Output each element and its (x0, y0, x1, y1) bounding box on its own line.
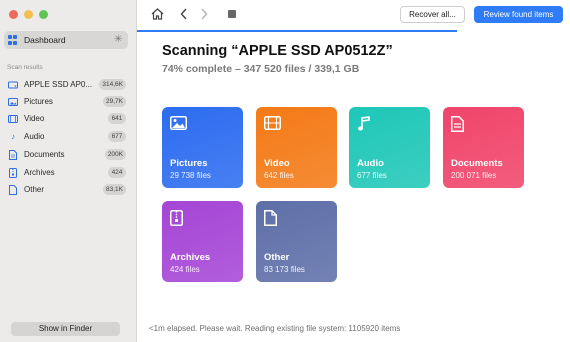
sidebar-item-label: APPLE SSD AP0... (24, 80, 93, 89)
category-card-documents[interactable]: Documents 200 071 files (443, 107, 524, 188)
card-title: Pictures (170, 158, 208, 169)
toolbar: Recover all... Review found items (137, 0, 570, 30)
picture-icon (8, 97, 18, 107)
card-title: Archives (170, 252, 211, 263)
category-card-archives[interactable]: Archives 424 files (162, 201, 243, 282)
page-title: Scanning “APPLE SSD AP0512Z” (162, 43, 393, 59)
show-in-finder-button[interactable]: Show in Finder (11, 322, 120, 336)
sidebar: Dashboard ✳ Scan results APPLE SSD AP0..… (0, 0, 137, 342)
home-icon[interactable] (150, 7, 164, 21)
recover-all-button[interactable]: Recover all... (400, 6, 465, 23)
category-card-audio[interactable]: Audio 677 files (349, 107, 430, 188)
sidebar-item-label: Documents (24, 150, 65, 159)
sidebar-item-archives[interactable]: Archives 424 (4, 165, 128, 180)
card-count: 677 files (357, 171, 387, 180)
sidebar-item-label: Audio (24, 132, 45, 141)
sidebar-item-label: Pictures (24, 97, 53, 106)
minimize-window-button[interactable] (24, 10, 33, 19)
count-badge: 677 (108, 131, 126, 142)
card-title: Audio (357, 158, 384, 169)
stop-icon[interactable] (225, 7, 239, 21)
category-card-video[interactable]: Video 642 files (256, 107, 337, 188)
count-badge: 83,1K (103, 184, 126, 195)
count-badge: 424 (108, 167, 126, 178)
file-icon (264, 210, 280, 226)
picture-icon (170, 116, 187, 132)
back-arrow-icon[interactable] (177, 7, 191, 21)
sidebar-item-label: Archives (24, 168, 55, 177)
sidebar-item-documents[interactable]: Documents 200K (4, 147, 128, 162)
document-icon (451, 116, 467, 132)
card-count: 29 738 files (170, 171, 211, 180)
card-count: 424 files (170, 265, 200, 274)
sidebar-item-drive[interactable]: APPLE SSD AP0... 314,6K (4, 77, 128, 92)
sidebar-item-dashboard[interactable]: Dashboard ✳ (4, 31, 128, 49)
sidebar-item-audio[interactable]: ♪ Audio 677 (4, 129, 128, 144)
sidebar-item-label: Other (24, 185, 45, 194)
category-card-other[interactable]: Other 83 173 files (256, 201, 337, 282)
card-count: 83 173 files (264, 265, 305, 274)
forward-arrow-icon[interactable] (197, 7, 211, 21)
status-text: <1m elapsed. Please wait. Reading existi… (149, 324, 401, 333)
sidebar-item-other[interactable]: Other 83,1K (4, 182, 128, 197)
card-title: Other (264, 252, 290, 263)
review-found-items-button[interactable]: Review found items (474, 6, 563, 23)
card-title: Documents (451, 158, 503, 169)
film-icon (264, 116, 281, 132)
scan-progress-bar (137, 30, 457, 32)
close-window-button[interactable] (9, 10, 18, 19)
film-icon (8, 114, 18, 124)
archive-icon (170, 210, 186, 226)
card-count: 642 files (264, 171, 294, 180)
sidebar-item-label: Dashboard (24, 35, 66, 45)
drive-icon (8, 80, 18, 90)
archive-icon (8, 167, 18, 178)
zoom-window-button[interactable] (39, 10, 48, 19)
count-badge: 200K (104, 149, 126, 160)
document-icon (8, 149, 18, 160)
window-controls (9, 10, 48, 19)
dashboard-icon (8, 35, 18, 45)
spinner-icon: ✳ (114, 34, 123, 45)
sidebar-item-pictures[interactable]: Pictures 29,7K (4, 94, 128, 109)
card-title: Video (264, 158, 290, 169)
count-badge: 641 (108, 113, 126, 124)
category-card-pictures[interactable]: Pictures 29 738 files (162, 107, 243, 188)
count-badge: 314,6K (99, 79, 126, 90)
file-icon (8, 184, 18, 195)
card-count: 200 071 files (451, 171, 497, 180)
section-header: Scan results (7, 64, 43, 71)
sidebar-item-video[interactable]: Video 641 (4, 111, 128, 126)
sidebar-item-label: Video (24, 114, 45, 123)
count-badge: 29,7K (103, 96, 126, 107)
music-note-icon: ♪ (11, 132, 15, 141)
music-note-icon (357, 116, 373, 132)
scan-progress-text: 74% complete – 347 520 files / 339,1 GB (162, 63, 360, 75)
